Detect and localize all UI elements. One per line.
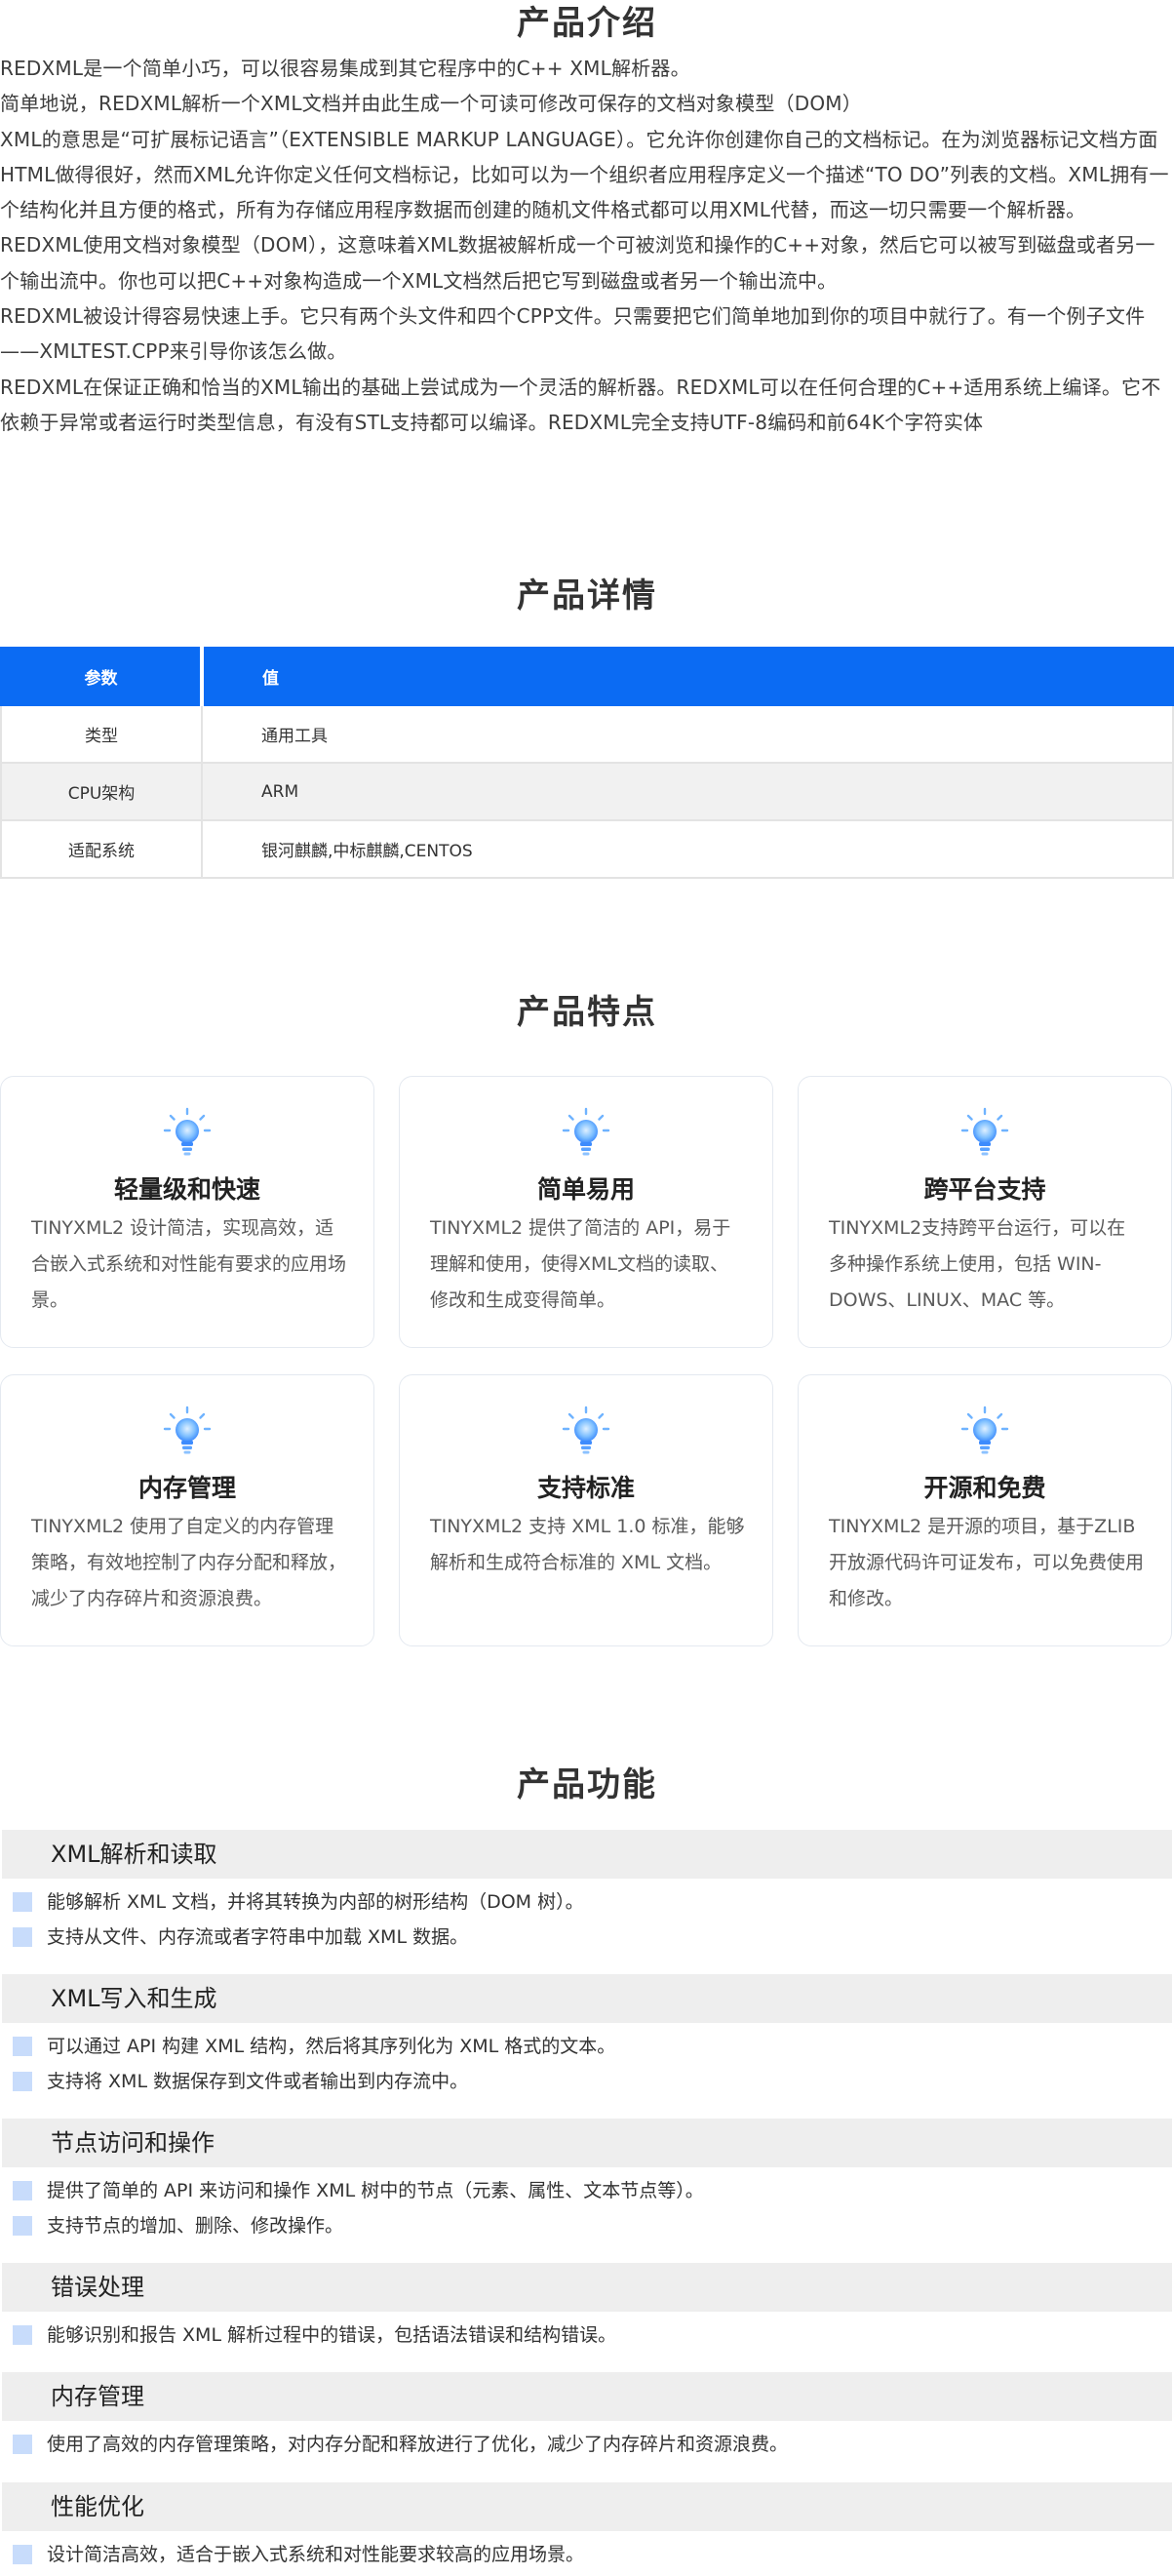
function-group-header: 节点访问和操作 xyxy=(2,2119,1172,2167)
function-group: 内存管理使用了高效的内存管理策略，对内存分配和释放进行了优化，减少了内存碎片和资… xyxy=(0,2372,1174,2462)
bullet-square-icon xyxy=(13,2325,32,2345)
function-group-header: XML解析和读取 xyxy=(2,1830,1172,1879)
function-group: XML解析和读取能够解析 XML 文档，并将其转换为内部的树形结构（DOM 树）… xyxy=(0,1830,1174,1955)
table-header-row: 参数 值 xyxy=(0,647,1174,706)
feature-description: TINYXML2 提供了简洁的 API，易于理解和使用，使得XML文档的读取、修… xyxy=(430,1217,731,1311)
intro-paragraph: XML的意思是“可扩展标记语言”（EXTENSIBLE MARKUP LANGU… xyxy=(0,127,1169,222)
lightbulb-icon xyxy=(160,1405,215,1459)
feature-description: TINYXML2 设计简洁，实现高效，适合嵌入式系统和对性能有要求的应用场景。 xyxy=(31,1217,347,1311)
function-item-text: 设计简洁高效，适合于嵌入式系统和对性能要求较高的应用场景。 xyxy=(47,2544,585,2565)
function-item-text: 支持从文件、内存流或者字符串中加载 XML 数据。 xyxy=(47,1926,469,1948)
feature-description: TINYXML2 支持 XML 1.0 标准，能够解析和生成符合标准的 XML … xyxy=(430,1516,745,1573)
functions-title: 产品功能 xyxy=(517,1765,657,1804)
feature-card: 内存管理 TINYXML2 使用了自定义的内存管理策略，有效地控制了内存分配和释放… xyxy=(0,1374,374,1646)
function-item-text: 支持将 XML 数据保存到文件或者输出到内存流中。 xyxy=(47,2071,469,2092)
feature-title: 内存管理 xyxy=(137,1474,236,1502)
function-item-text: 支持节点的增加、删除、修改操作。 xyxy=(47,2215,344,2237)
intro-paragraph: REDXML在保证正确和恰当的XML输出的基础上尝试成为一个灵活的解析器。RED… xyxy=(0,375,1161,434)
function-group: 节点访问和操作提供了简单的 API 来访问和操作 XML 树中的节点（元素、属性… xyxy=(0,2119,1174,2243)
function-item: 可以通过 API 构建 XML 结构，然后将其序列化为 XML 格式的文本。 xyxy=(0,2029,1174,2064)
table-row: CPU架构 ARM xyxy=(0,762,1174,821)
function-item: 支持节点的增加、删除、修改操作。 xyxy=(0,2208,1174,2243)
table-cell-value: 银河麒麟,中标麒麟,CENTOS xyxy=(201,819,1174,879)
feature-description: TINYXML2 是开源的项目，基于ZLIB 开放源代码许可证发布，可以免费使用… xyxy=(829,1516,1145,1609)
lightbulb-icon xyxy=(160,1106,215,1161)
function-item: 使用了高效的内存管理策略，对内存分配和释放进行了优化，减少了内存碎片和资源浪费。 xyxy=(0,2427,1174,2462)
feature-title: 轻量级和快速 xyxy=(113,1175,260,1204)
features-grid: 轻量级和快速 TINYXML2 设计简洁，实现高效，适合嵌入式系统和对性能有要求的… xyxy=(0,1076,1174,1649)
bullet-square-icon xyxy=(13,1892,32,1912)
function-item-text: 使用了高效的内存管理策略，对内存分配和释放进行了优化，减少了内存碎片和资源浪费。 xyxy=(47,2434,789,2455)
intro-paragraph: REDXML使用文档对象模型（DOM），这意味着XML数据被解析成一个可被浏览和… xyxy=(0,233,1155,293)
intro-title: 产品介绍 xyxy=(517,4,657,43)
feature-title: 支持标准 xyxy=(536,1474,635,1502)
bullet-square-icon xyxy=(13,2072,32,2091)
feature-title: 简单易用 xyxy=(536,1175,635,1204)
function-item-text: 提供了简单的 API 来访问和操作 XML 树中的节点（元素、属性、文本节点等）… xyxy=(47,2180,704,2201)
table-cell-key: CPU架构 xyxy=(0,762,203,821)
function-item: 能够解析 XML 文档，并将其转换为内部的树形结构（DOM 树）。 xyxy=(0,1884,1174,1920)
feature-card: 跨平台支持 TINYXML2支持跨平台运行，可以在多种操作系统上使用，包括 WIN… xyxy=(798,1076,1172,1348)
function-group: 错误处理能够识别和报告 XML 解析过程中的错误，包括语法错误和结构错误。 xyxy=(0,2263,1174,2353)
bullet-square-icon xyxy=(13,2181,32,2200)
function-item: 设计简洁高效，适合于嵌入式系统和对性能要求较高的应用场景。 xyxy=(0,2537,1174,2572)
feature-card: 支持标准 TINYXML2 支持 XML 1.0 标准，能够解析和生成符合标准的 … xyxy=(399,1374,773,1646)
feature-description: TINYXML2 使用了自定义的内存管理策略，有效地控制了内存分配和释放，减少了… xyxy=(31,1516,347,1609)
bullet-square-icon xyxy=(13,2435,32,2454)
function-item: 能够识别和报告 XML 解析过程中的错误，包括语法错误和结构错误。 xyxy=(0,2318,1174,2353)
features-title: 产品特点 xyxy=(517,993,657,1032)
function-item: 支持将 XML 数据保存到文件或者输出到内存流中。 xyxy=(0,2064,1174,2099)
details-table: 参数 值 类型 通用工具 CPU架构 ARM 适配系统 银河麒麟,中标麒麟,CE… xyxy=(0,647,1174,879)
bullet-square-icon xyxy=(13,1927,32,1947)
function-group: 性能优化设计简洁高效，适合于嵌入式系统和对性能要求较高的应用场景。 xyxy=(0,2482,1174,2572)
bullet-square-icon xyxy=(13,2037,32,2056)
intro-paragraph: REDXML被设计得容易快速上手。它只有两个头文件和四个CPP文件。只需要把它们… xyxy=(0,304,1146,364)
table-cell-value: ARM xyxy=(201,762,1174,821)
function-group-header: 错误处理 xyxy=(2,2263,1172,2312)
bullet-square-icon xyxy=(13,2545,32,2564)
function-item-text: 可以通过 API 构建 XML 结构，然后将其序列化为 XML 格式的文本。 xyxy=(47,2036,616,2057)
table-header-value: 值 xyxy=(200,647,1174,706)
bullet-square-icon xyxy=(13,2216,32,2236)
table-cell-key: 适配系统 xyxy=(0,819,203,879)
lightbulb-icon xyxy=(958,1405,1012,1459)
intro-paragraph: REDXML是一个简单小巧，可以很容易集成到其它程序中的C++ XML解析器。 xyxy=(0,57,690,80)
function-item-text: 能够解析 XML 文档，并将其转换为内部的树形结构（DOM 树）。 xyxy=(47,1891,584,1913)
function-item-text: 能够识别和报告 XML 解析过程中的错误，包括语法错误和结构错误。 xyxy=(47,2324,617,2346)
function-item: 提供了简单的 API 来访问和操作 XML 树中的节点（元素、属性、文本节点等）… xyxy=(0,2173,1174,2208)
function-group-header: 内存管理 xyxy=(2,2372,1172,2421)
table-header-param: 参数 xyxy=(0,647,203,706)
function-group: XML写入和生成可以通过 API 构建 XML 结构，然后将其序列化为 XML … xyxy=(0,1974,1174,2099)
function-group-header: 性能优化 xyxy=(2,2482,1172,2531)
feature-description: TINYXML2支持跨平台运行，可以在多种操作系统上使用，包括 WIN-DOWS… xyxy=(829,1217,1126,1311)
function-group-header: XML写入和生成 xyxy=(2,1974,1172,2023)
intro-section: REDXML是一个简单小巧，可以很容易集成到其它程序中的C++ XML解析器。 … xyxy=(0,51,1174,440)
feature-title: 跨平台支持 xyxy=(923,1175,1046,1204)
lightbulb-icon xyxy=(559,1405,613,1459)
feature-card: 开源和免费 TINYXML2 是开源的项目，基于ZLIB 开放源代码许可证发布，可… xyxy=(798,1374,1172,1646)
table-row: 适配系统 银河麒麟,中标麒麟,CENTOS xyxy=(0,819,1174,879)
table-cell-value: 通用工具 xyxy=(201,704,1174,764)
feature-title: 开源和免费 xyxy=(923,1474,1046,1502)
table-row: 类型 通用工具 xyxy=(0,704,1174,764)
details-title: 产品详情 xyxy=(517,576,657,615)
feature-card: 轻量级和快速 TINYXML2 设计简洁，实现高效，适合嵌入式系统和对性能有要求的… xyxy=(0,1076,374,1348)
table-cell-key: 类型 xyxy=(0,704,203,764)
function-item: 支持从文件、内存流或者字符串中加载 XML 数据。 xyxy=(0,1920,1174,1955)
intro-paragraph: 简单地说，REDXML解析一个XML文档并由此生成一个可读可修改可保存的文档对象… xyxy=(0,92,862,116)
lightbulb-icon xyxy=(958,1106,1012,1161)
feature-card: 简单易用 TINYXML2 提供了简洁的 API，易于理解和使用，使得XML文档的… xyxy=(399,1076,773,1348)
lightbulb-icon xyxy=(559,1106,613,1161)
